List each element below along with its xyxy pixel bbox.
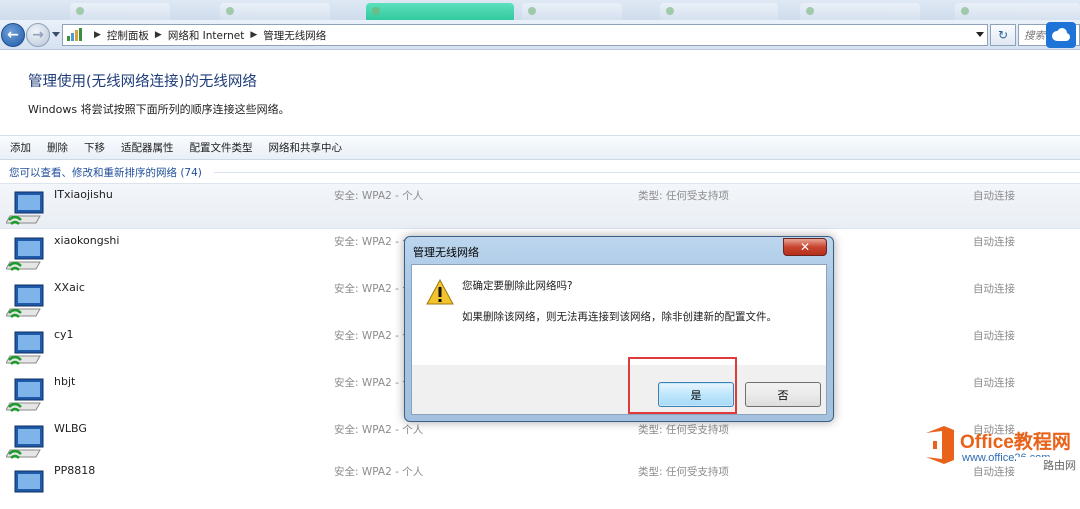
address-dropdown-icon[interactable] <box>976 32 984 37</box>
dialog-title: 管理无线网络 <box>413 246 479 259</box>
network-name: xiaokongshi <box>54 234 120 247</box>
network-group-header[interactable]: 您可以查看、修改和重新排序的网络 (74) <box>9 165 202 180</box>
dialog-message: 您确定要删除此网络吗? <box>462 280 573 292</box>
breadcrumb-network-internet[interactable]: 网络和 Internet <box>168 28 245 43</box>
network-security: 安全: WPA2 - 个人 <box>334 466 424 478</box>
network-sharing-center-button[interactable]: 网络和共享中心 <box>263 140 349 155</box>
watermark-brand: Office教程网 <box>960 432 1071 453</box>
recent-pages-dropdown[interactable] <box>52 32 60 37</box>
browser-tab-active[interactable] <box>366 3 514 20</box>
wireless-network-icon <box>6 425 44 459</box>
browser-tab[interactable] <box>955 3 1080 20</box>
arrow-right-icon: → <box>32 27 44 43</box>
group-divider <box>214 172 1080 173</box>
page-description: Windows 将尝试按照下面所列的顺序连接这些网络。 <box>28 103 290 116</box>
add-button[interactable]: 添加 <box>4 140 37 155</box>
cloud-icon[interactable] <box>1046 22 1076 48</box>
network-name: PP8818 <box>54 464 96 477</box>
wireless-network-icon <box>6 378 44 412</box>
warning-icon <box>426 279 454 305</box>
dialog-content: 您确定要删除此网络吗? 如果删除该网络，则无法再连接到该网络，除非创建新的配置文… <box>412 265 826 365</box>
network-name: hbjt <box>54 375 76 388</box>
browser-tab[interactable] <box>70 3 170 20</box>
browser-tab[interactable] <box>800 3 920 20</box>
breadcrumb-manage-wireless[interactable]: 管理无线网络 <box>263 28 326 43</box>
profile-type-button[interactable]: 配置文件类型 <box>184 140 259 155</box>
network-security: 安全: WPA2 - 个人 <box>334 424 424 436</box>
breadcrumb-separator-icon: ▶ <box>154 30 162 40</box>
network-type: 类型: 任何受支持项 <box>638 424 729 436</box>
adapter-properties-button[interactable]: 适配器属性 <box>115 140 180 155</box>
no-button[interactable]: 否 <box>745 382 821 407</box>
network-security: 安全: WPA2 - 个人 <box>334 190 424 202</box>
network-connect-mode: 自动连接 <box>973 330 1015 342</box>
close-icon: ✕ <box>799 240 811 254</box>
back-button[interactable]: ← <box>1 23 25 47</box>
navigation-bar: ← → ▶ 控制面板 ▶ 网络和 Internet ▶ 管理无线网络 ↻ 搜索 <box>0 20 1080 50</box>
browser-tab[interactable] <box>220 3 330 20</box>
command-toolbar: 添加 删除 下移 适配器属性 配置文件类型 网络和共享中心 <box>0 135 1080 160</box>
browser-tab[interactable] <box>522 3 622 20</box>
wireless-network-icon <box>6 237 44 271</box>
page-title: 管理使用(无线网络连接)的无线网络 <box>28 74 257 90</box>
browser-tab-strip <box>0 0 1080 20</box>
network-name: ITxiaojishu <box>54 188 113 201</box>
network-connect-mode: 自动连接 <box>973 236 1015 248</box>
refresh-icon: ↻ <box>997 28 1009 42</box>
dialog-close-button[interactable]: ✕ <box>783 238 827 256</box>
network-name: cy1 <box>54 328 74 341</box>
control-panel-icon <box>66 28 84 42</box>
browser-tab[interactable] <box>660 3 778 20</box>
network-type: 类型: 任何受支持项 <box>638 466 729 478</box>
breadcrumb-control-panel[interactable]: 控制面板 <box>107 28 149 43</box>
dialog-body: 您确定要删除此网络吗? 如果删除该网络，则无法再连接到该网络，除非创建新的配置文… <box>411 264 827 415</box>
watermark: Office教程网 www.office26.com 路由网 <box>918 425 1080 474</box>
dialog-detail: 如果删除该网络，则无法再连接到该网络，除非创建新的配置文件。 <box>462 311 777 323</box>
move-down-button[interactable]: 下移 <box>78 140 111 155</box>
delete-confirm-dialog: 管理无线网络 ✕ 您确定要删除此网络吗? 如果删除该网络，则无法再连接到该网络，… <box>404 236 834 422</box>
network-name: WLBG <box>54 422 87 435</box>
wireless-network-icon <box>6 284 44 318</box>
network-type: 类型: 任何受支持项 <box>638 190 729 202</box>
wireless-network-icon <box>6 191 44 225</box>
refresh-button[interactable]: ↻ <box>990 24 1016 46</box>
delete-button[interactable]: 删除 <box>41 140 74 155</box>
address-bar[interactable]: ▶ 控制面板 ▶ 网络和 Internet ▶ 管理无线网络 <box>62 24 988 46</box>
network-connect-mode: 自动连接 <box>973 190 1015 202</box>
highlight-box <box>628 357 737 414</box>
wireless-network-icon <box>6 331 44 365</box>
watermark-stamp: 路由网 <box>1016 457 1079 474</box>
network-connect-mode: 自动连接 <box>973 377 1015 389</box>
network-row[interactable]: ITxiaojishu 安全: WPA2 - 个人 类型: 任何受支持项 自动连… <box>0 183 1080 229</box>
wireless-network-icon <box>14 470 44 493</box>
forward-button[interactable]: → <box>26 23 50 47</box>
network-connect-mode: 自动连接 <box>973 283 1015 295</box>
breadcrumb-separator-icon: ▶ <box>94 30 101 40</box>
arrow-left-icon: ← <box>7 27 19 43</box>
network-name: XXaic <box>54 281 85 294</box>
office-logo-icon <box>926 426 954 464</box>
breadcrumb-separator-icon: ▶ <box>250 30 258 40</box>
